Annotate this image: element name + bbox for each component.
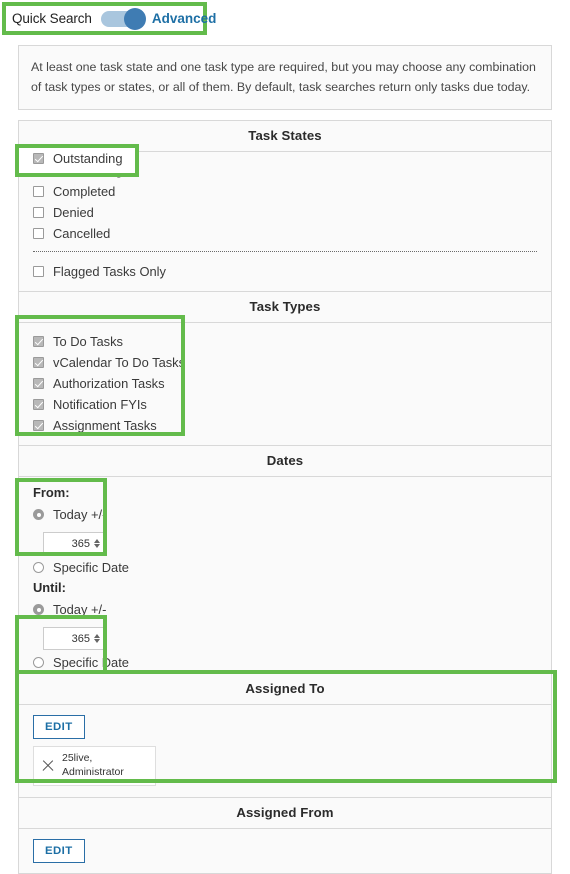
checkbox-row-vcalendar-to-do-tasks[interactable]: vCalendar To Do Tasks [19,352,551,373]
assigned-to-title: Assigned To [19,674,551,706]
task-types-body: To Do Tasks vCalendar To Do Tasks Author… [15,315,551,445]
task-states-card: Task States Outstanding Completed Denied… [15,120,552,293]
assigned-to-card: Assigned To EDIT 25live, Administrator [15,670,557,798]
radio-label-until-specific-date: Specific Date [53,655,129,671]
checkbox-flagged-tasks-only-icon[interactable] [33,266,44,278]
checkbox-label-denied: Denied [53,205,94,221]
search-mode-toggle-bar[interactable]: Quick Search Advanced [2,2,216,35]
checkbox-label-cancelled: Cancelled [53,226,111,242]
radio-label-from-today: Today +/- [53,507,107,523]
checkbox-label-vcalendar-to-do-tasks: vCalendar To Do Tasks [53,355,186,371]
checkbox-completed-icon[interactable] [33,186,44,198]
date-from-group: From: Today +/- 365 [19,477,551,557]
until-offset-days-input[interactable]: 365 [43,627,106,651]
task-types-card: Task Types To Do Tasks vCalendar To Do T… [15,292,552,447]
checkbox-outstanding-icon-overlay[interactable] [33,153,44,165]
until-offset-days-value: 365 [71,632,90,645]
spinner-down-icon[interactable] [93,544,100,549]
checkbox-label-notification-fyis: Notification FYIs [53,397,147,413]
checkbox-label-authorization-tasks: Authorization Tasks [53,376,165,392]
assigned-from-edit-button[interactable]: EDIT [33,838,85,863]
task-types-title: Task Types [19,292,551,324]
close-icon[interactable] [41,759,55,773]
checkbox-row-outstanding-overlay[interactable]: Outstanding [29,148,123,169]
checkbox-vcalendar-to-do-tasks-icon[interactable] [33,357,44,369]
checkbox-row-authorization-tasks[interactable]: Authorization Tasks [19,373,551,394]
checkbox-label-flagged-tasks-only: Flagged Tasks Only [53,264,166,280]
spinner-up-icon[interactable] [93,539,100,544]
advanced-label[interactable]: Advanced [152,11,217,26]
radio-from-today-icon[interactable] [33,509,44,521]
spinner-down-icon[interactable] [93,639,100,644]
from-offset-days-input[interactable]: 365 [43,532,106,556]
form-help-notice: At least one task state and one task typ… [18,45,552,111]
toggle-knob [123,7,146,30]
checkbox-row-assignment-tasks[interactable]: Assignment Tasks [19,415,551,436]
radio-row-until-specific-date[interactable]: Specific Date [19,652,551,673]
checkbox-label-to-do-tasks: To Do Tasks [53,334,123,350]
radio-label-from-specific-date: Specific Date [53,560,129,576]
assigned-to-chip-line2: Administrator [62,766,124,779]
checkbox-row-completed[interactable]: Completed [19,181,551,202]
checkbox-row-denied[interactable]: Denied [19,202,551,223]
quick-search-label[interactable]: Quick Search [12,11,92,26]
checkbox-row-flagged-tasks-only[interactable]: Flagged Tasks Only [19,261,551,282]
radio-from-specific-date-icon[interactable] [33,562,44,574]
checkbox-label-assignment-tasks: Assignment Tasks [53,418,157,434]
task-states-body: Outstanding Completed Denied Cancelled F… [15,144,551,291]
radio-label-until-today: Today +/- [53,602,107,618]
assigned-from-title: Assigned From [19,797,551,829]
assigned-from-body: EDIT [19,829,551,873]
until-offset-spinner[interactable] [92,634,101,644]
assigned-to-edit-button[interactable]: EDIT [33,715,85,740]
checkbox-row-to-do-tasks[interactable]: To Do Tasks [19,331,551,352]
assigned-from-card: Assigned From EDIT [18,797,552,874]
radio-row-from-today-offset[interactable]: Today +/- [33,504,551,525]
advanced-search-toggle-switch[interactable] [100,7,146,30]
assigned-to-chip[interactable]: 25live, Administrator [33,746,156,786]
radio-row-from-specific-date[interactable]: Specific Date [19,557,551,578]
checkbox-label-completed: Completed [53,184,116,200]
radio-until-today-icon[interactable] [33,604,44,616]
task-states-divider [33,251,537,253]
checkbox-denied-icon[interactable] [33,207,44,219]
checkbox-authorization-tasks-icon[interactable] [33,378,44,390]
spinner-up-icon[interactable] [93,634,100,639]
from-offset-days-value: 365 [71,537,90,550]
assigned-to-chip-label: 25live, Administrator [62,752,124,780]
checkbox-row-notification-fyis[interactable]: Notification FYIs [19,394,551,415]
from-offset-spinner[interactable] [92,539,101,549]
advanced-search-form: At least one task state and one task typ… [15,45,557,874]
checkbox-notification-fyis-icon[interactable] [33,399,44,411]
assigned-to-chip-line1: 25live, [62,752,93,765]
date-until-group: Until: Today +/- 365 [19,578,551,652]
radio-row-until-today-offset[interactable]: Today +/- [33,599,551,620]
checkbox-to-do-tasks-icon[interactable] [33,336,44,348]
date-from-title: From: [33,485,70,501]
dates-card: Dates From: Today +/- 365 Specific Date … [15,446,552,694]
checkbox-cancelled-icon[interactable] [33,228,44,240]
checkbox-label-outstanding-overlay: Outstanding [53,151,123,167]
assigned-to-body: EDIT 25live, Administrator [19,705,551,797]
radio-until-specific-date-icon[interactable] [33,657,44,669]
checkbox-row-cancelled[interactable]: Cancelled [19,223,551,244]
dates-title: Dates [19,446,551,478]
dates-body: From: Today +/- 365 Specific Date Until:… [15,477,551,694]
checkbox-assignment-tasks-icon[interactable] [33,420,44,432]
date-until-title: Until: [33,580,66,596]
